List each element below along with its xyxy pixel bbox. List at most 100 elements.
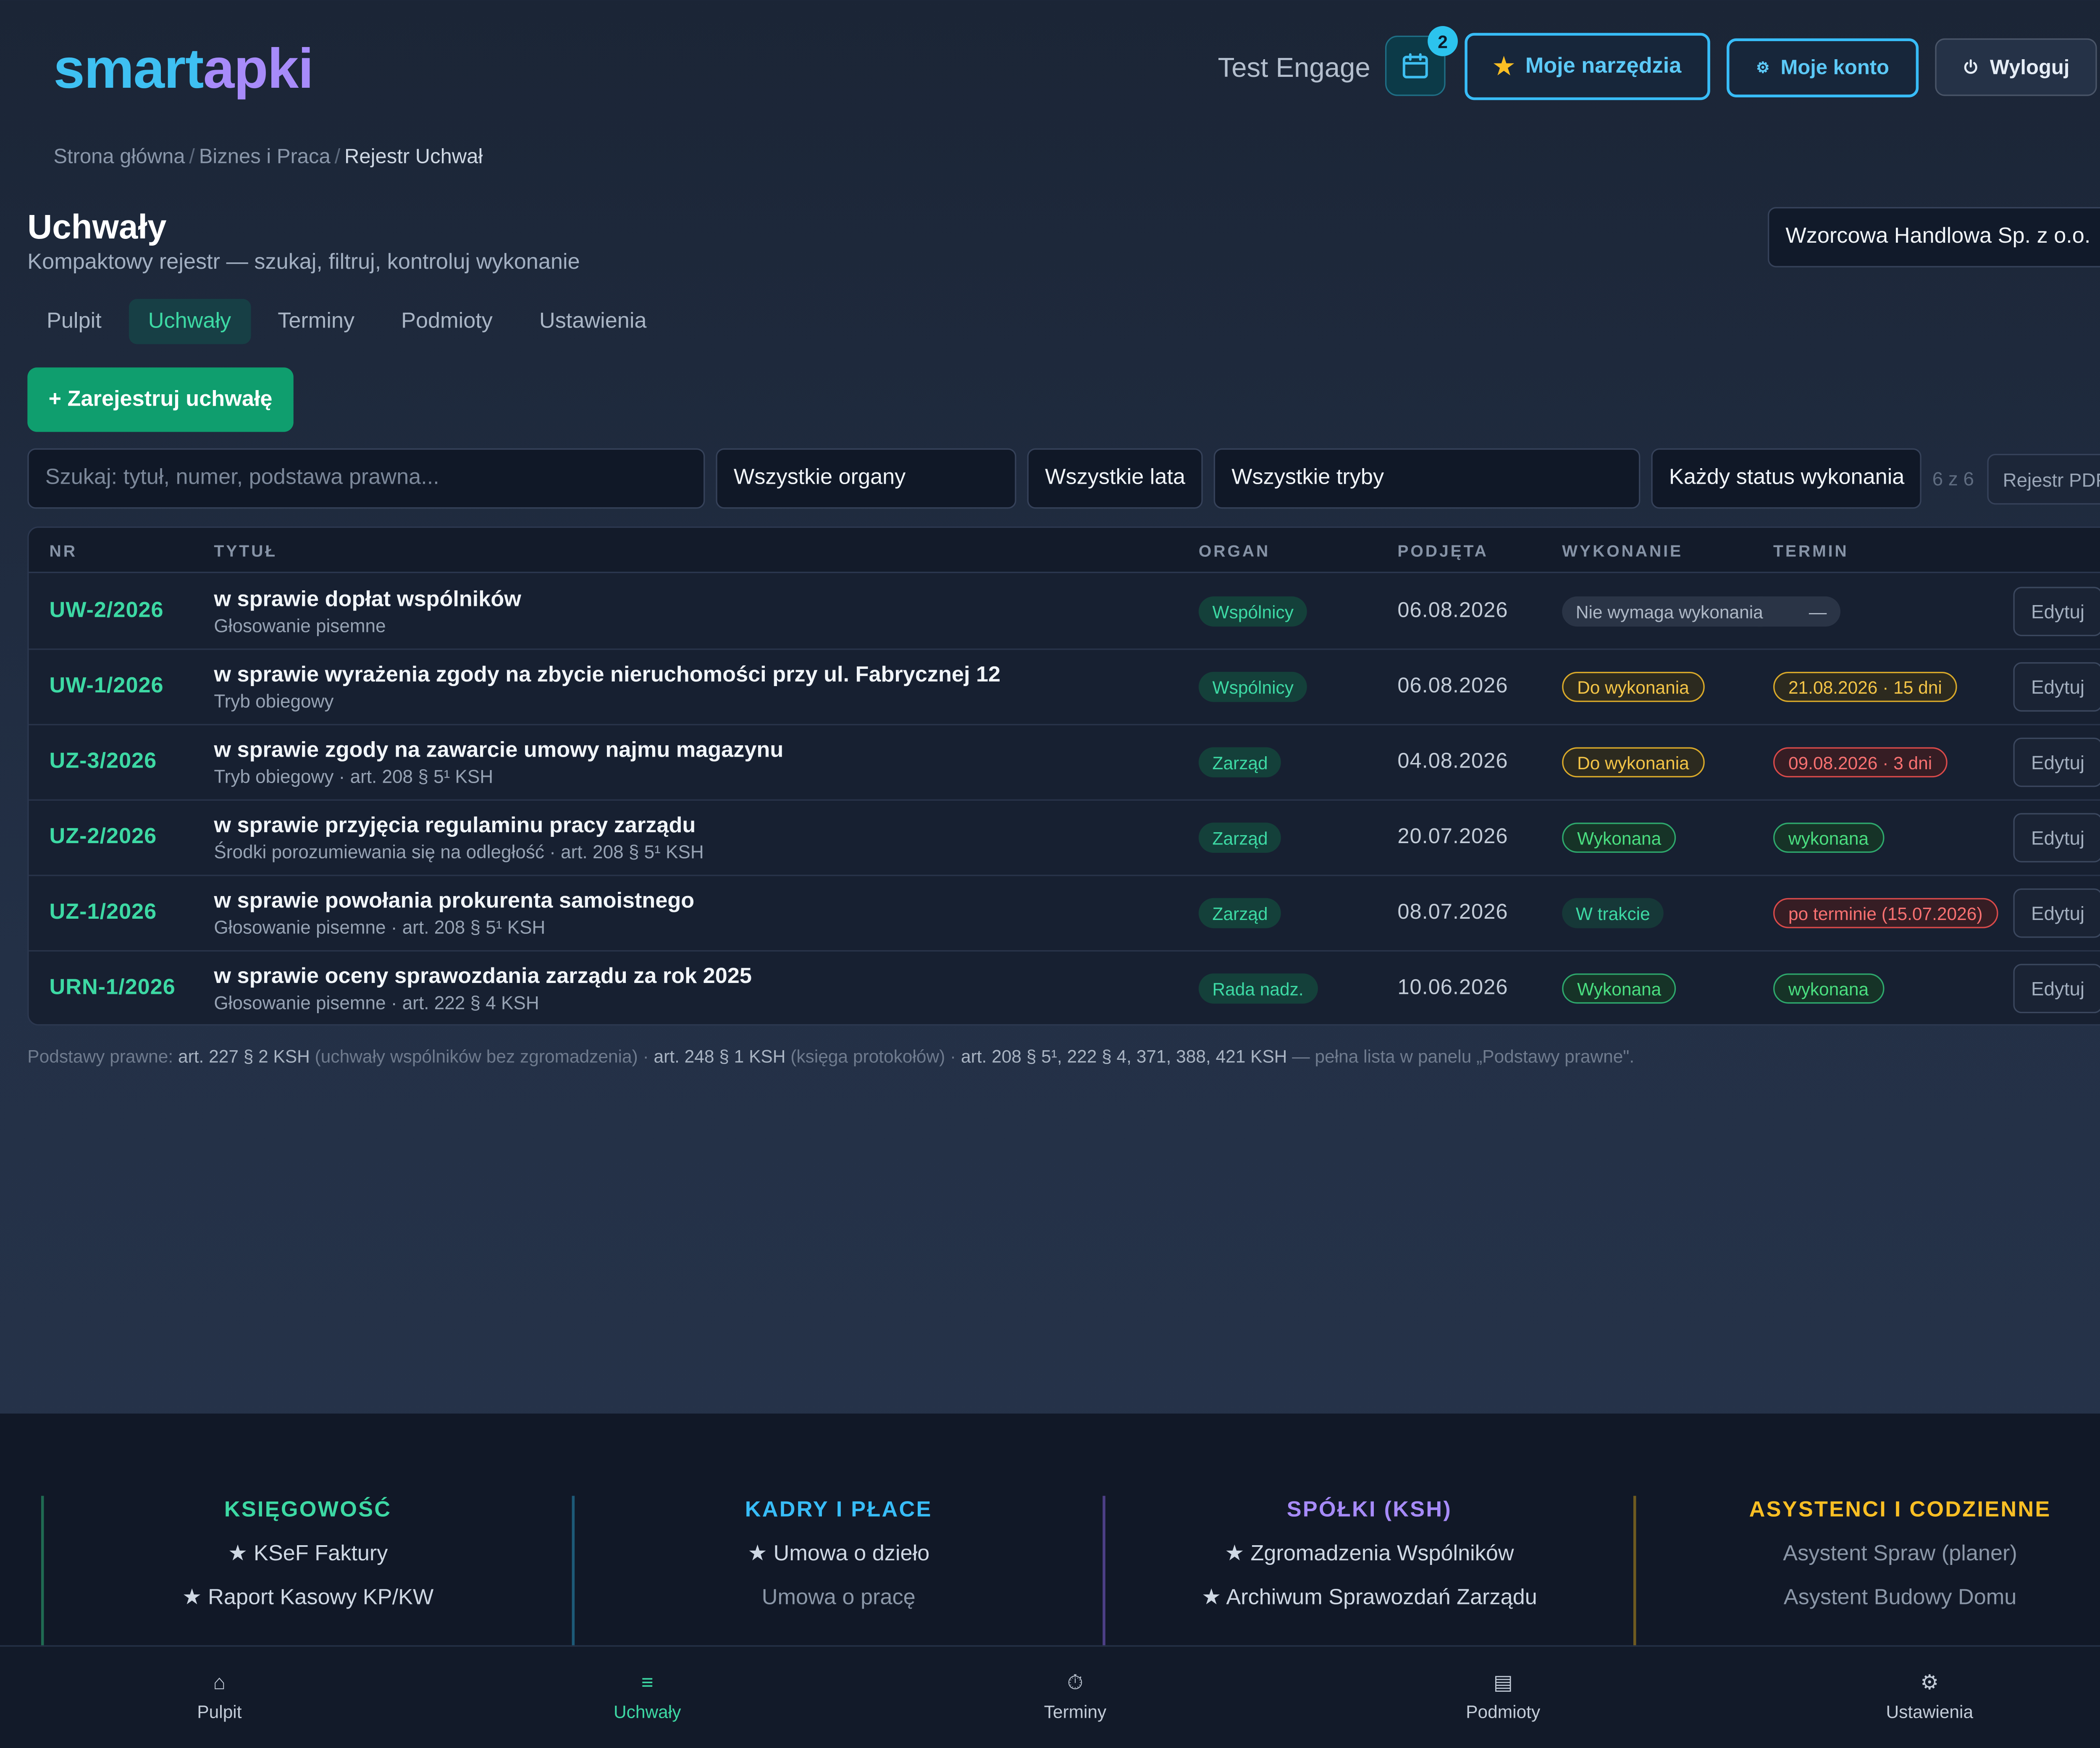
organ-badge: Zarząd xyxy=(1198,747,1282,778)
mode-filter-select[interactable]: Wszystkie tryby xyxy=(1213,448,1641,509)
bottom-nav-uchwaly[interactable]: ≡ Uchwały xyxy=(551,1671,743,1722)
company-selector[interactable]: Wzorcowa Handlowa Sp. z o.o. xyxy=(1767,207,2100,267)
execution-badge: Wykonana xyxy=(1562,973,1677,1004)
legal-note-ref: art. 227 § 2 KSH xyxy=(178,1046,310,1067)
table-row[interactable]: UZ-3/2026 w sprawie zgody na zawarcie um… xyxy=(29,724,2100,801)
resolution-mode: Głosowanie pisemne · art. 222 § 4 KSH xyxy=(214,993,539,1014)
gear-icon: ⚙ xyxy=(1756,60,1770,77)
bottom-nav-label: Podmioty xyxy=(1466,1701,1541,1722)
bottom-nav-podmioty[interactable]: ▤ Podmioty xyxy=(1407,1671,1599,1722)
tab-podmioty[interactable]: Podmioty xyxy=(382,299,512,344)
adopted-date: 04.08.2026 xyxy=(1397,750,1508,773)
footer-link[interactable]: ★ Umowa o dzieło xyxy=(575,1540,1102,1570)
entities-icon: ▤ xyxy=(1493,1671,1513,1695)
adopted-date: 06.08.2026 xyxy=(1397,674,1508,698)
resolution-title: w sprawie dopłat wspólników xyxy=(214,588,521,612)
table-row[interactable]: UW-2/2026 w sprawie dopłat wspólników Gł… xyxy=(29,573,2100,650)
pdf-register-button[interactable]: Rejestr PDF xyxy=(1987,453,2100,505)
edit-button[interactable]: Edytuj xyxy=(2013,813,2100,862)
resolution-number[interactable]: UZ-1/2026 xyxy=(50,901,157,925)
footer-link[interactable]: ★ KSeF Faktury xyxy=(44,1540,572,1570)
edit-button[interactable]: Edytuj xyxy=(2013,888,2100,938)
footer-link[interactable]: ★ Zgromadzenia Wspólników xyxy=(1105,1540,1633,1570)
table-header: NR TYTUŁ ORGAN PODJĘTA WYKONANIE TERMIN xyxy=(29,528,2100,573)
tab-terminy[interactable]: Terminy xyxy=(259,299,374,344)
edit-button[interactable]: Edytuj xyxy=(2013,587,2100,637)
logout-button[interactable]: Wyloguj xyxy=(1935,38,2097,96)
deadline-badge: po terminie (15.07.2026) xyxy=(1773,898,1998,928)
my-tools-label: Moje narzędzia xyxy=(1525,54,1682,78)
list-icon: ≡ xyxy=(641,1671,654,1695)
table-row[interactable]: UW-1/2026 w sprawie wyrażenia zgody na z… xyxy=(29,648,2100,726)
search-input[interactable]: Szukaj: tytuł, numer, podstawa prawna... xyxy=(27,448,705,509)
breadcrumb-home[interactable]: Strona główna xyxy=(53,145,185,169)
execution-badge: Wykonana xyxy=(1562,823,1677,853)
year-filter-select[interactable]: Wszystkie lata xyxy=(1027,448,1203,509)
my-tools-button[interactable]: ★ Moje narzędzia xyxy=(1465,33,1710,100)
my-account-label: Moje konto xyxy=(1780,56,1890,80)
column-header-nr: NR xyxy=(49,541,77,561)
footer-link[interactable]: ★ Raport Kasowy KP/KW xyxy=(44,1583,572,1614)
table-row[interactable]: UZ-1/2026 w sprawie powołania prokurenta… xyxy=(29,875,2100,952)
logo-part-smart: smart xyxy=(53,37,204,100)
footer-link[interactable]: Asystent Spraw (planer) xyxy=(1636,1540,2100,1570)
footer-link[interactable]: ★ Archiwum Sprawozdań Zarządu xyxy=(1105,1583,1633,1614)
table-row[interactable]: URN-1/2026 w sprawie oceny sprawozdania … xyxy=(29,950,2100,1024)
organ-filter-select[interactable]: Wszystkie organy xyxy=(716,448,1016,509)
star-icon: ★ xyxy=(1493,52,1515,79)
resolution-number[interactable]: UZ-2/2026 xyxy=(50,826,157,850)
breadcrumb-business[interactable]: Biznes i Praca xyxy=(199,145,331,169)
legal-note-part: (uchwały wspólników bez zgromadzenia) · xyxy=(310,1046,654,1067)
column-header-title: TYTUŁ xyxy=(214,541,278,561)
resolution-title: w sprawie oceny sprawozdania zarządu za … xyxy=(214,965,752,989)
resolution-mode: Tryb obiegowy xyxy=(214,691,334,712)
execution-badge: Do wykonania xyxy=(1562,747,1704,778)
tab-pulpit[interactable]: Pulpit xyxy=(27,299,121,344)
tab-ustawienia[interactable]: Ustawienia xyxy=(520,299,666,344)
user-name: Test Engage xyxy=(1218,53,1370,84)
edit-button[interactable]: Edytuj xyxy=(2013,662,2100,712)
logo-part-apki: apki xyxy=(203,37,314,100)
calendar-icon xyxy=(1402,53,1428,79)
organ-badge: Wspólnicy xyxy=(1198,671,1307,702)
legal-note-part: — pełna lista w panelu „Podstawy prawne"… xyxy=(1287,1046,1635,1067)
register-resolution-button[interactable]: + Zarejestruj uchwałę xyxy=(27,367,294,432)
legal-note-part: Podstawy prawne: xyxy=(27,1046,178,1067)
footer-link[interactable]: Umowa o pracę xyxy=(575,1583,1102,1614)
resolution-number[interactable]: UW-1/2026 xyxy=(50,675,164,700)
footer-link[interactable]: Asystent Budowy Domu xyxy=(1636,1583,2100,1614)
edit-button[interactable]: Edytuj xyxy=(2013,964,2100,1014)
resolution-number[interactable]: UZ-3/2026 xyxy=(50,750,157,775)
tab-uchwaly[interactable]: Uchwały xyxy=(129,299,250,344)
bottom-nav-pulpit[interactable]: ⌂ Pulpit xyxy=(123,1671,315,1722)
page-subtitle: Kompaktowy rejestr — szukaj, filtruj, ko… xyxy=(27,251,580,275)
logo[interactable]: smartapki xyxy=(53,36,313,102)
bottom-nav-terminy[interactable]: ⏱ Terminy xyxy=(979,1671,1171,1722)
deadline-badge: wykonana xyxy=(1773,973,1884,1004)
breadcrumb: Strona główna / Biznes i Praca / Rejestr Uch… xyxy=(53,144,483,171)
column-header-organ: ORGAN xyxy=(1198,541,1270,561)
footer-column-title: SPÓŁKI (KSH) xyxy=(1286,1498,1452,1522)
bottom-nav-label: Ustawienia xyxy=(1886,1701,1974,1722)
bottom-nav: ⌂ Pulpit ≡ Uchwały ⏱ Terminy ▤ Podmioty … xyxy=(0,1645,2100,1748)
execution-badge: Do wykonania xyxy=(1562,671,1704,702)
app-root: smartapki Test Engage 2 ★ Moje narzędzia… xyxy=(0,0,2100,1748)
my-account-button[interactable]: ⚙ Moje konto xyxy=(1727,38,1919,97)
organ-badge: Zarząd xyxy=(1198,823,1282,853)
resolution-mode: Środki porozumiewania się na odległość ·… xyxy=(214,841,704,862)
resolution-title: w sprawie wyrażenia zgody na zbycie nier… xyxy=(214,663,1001,687)
resolution-title: w sprawie zgody na zawarcie umowy najmu … xyxy=(214,739,784,763)
timer-icon: ⏱ xyxy=(1067,1671,1084,1695)
table-row[interactable]: UZ-2/2026 w sprawie przyjęcia regulaminu… xyxy=(29,799,2100,876)
edit-button[interactable]: Edytuj xyxy=(2013,737,2100,787)
tab-bar: Pulpit Uchwały Terminy Podmioty Ustawien… xyxy=(27,299,674,344)
resolution-title: w sprawie przyjęcia regulaminu pracy zar… xyxy=(214,814,696,838)
bottom-nav-label: Pulpit xyxy=(197,1701,242,1722)
bottom-nav-ustawienia[interactable]: ⚙ Ustawienia xyxy=(1834,1671,2026,1722)
footer-column-title: ASYSTENCI I CODZIENNE xyxy=(1749,1498,2051,1522)
status-filter-select[interactable]: Każdy status wykonania xyxy=(1651,448,1922,509)
home-icon: ⌂ xyxy=(213,1671,226,1695)
result-count: 6 z 6 xyxy=(1932,467,1974,490)
resolution-number[interactable]: URN-1/2026 xyxy=(50,976,176,1001)
resolution-number[interactable]: UW-2/2026 xyxy=(50,599,164,624)
